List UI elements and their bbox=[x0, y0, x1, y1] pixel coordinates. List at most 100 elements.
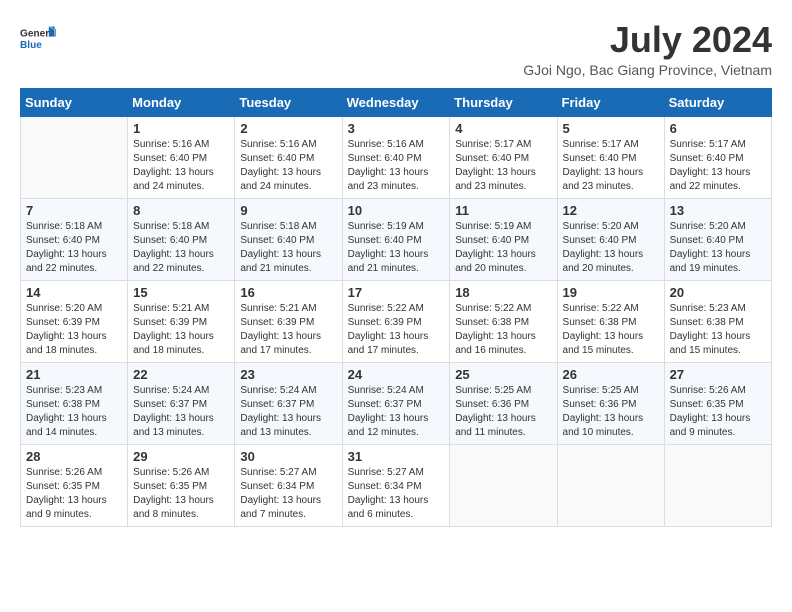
day-number: 7 bbox=[26, 203, 122, 218]
day-number: 20 bbox=[670, 285, 766, 300]
cell-info: Sunrise: 5:27 AM Sunset: 6:34 PM Dayligh… bbox=[240, 466, 336, 522]
month-year: July 2024 bbox=[523, 20, 772, 60]
cell-info: Sunrise: 5:22 AM Sunset: 6:38 PM Dayligh… bbox=[455, 302, 551, 358]
day-number: 17 bbox=[348, 285, 445, 300]
cell-info: Sunrise: 5:16 AM Sunset: 6:40 PM Dayligh… bbox=[133, 138, 229, 194]
cell-info: Sunrise: 5:25 AM Sunset: 6:36 PM Dayligh… bbox=[455, 384, 551, 440]
cell-info: Sunrise: 5:17 AM Sunset: 6:40 PM Dayligh… bbox=[563, 138, 659, 194]
svg-text:Blue: Blue bbox=[20, 40, 42, 51]
cell-info: Sunrise: 5:17 AM Sunset: 6:40 PM Dayligh… bbox=[670, 138, 766, 194]
cell-info: Sunrise: 5:25 AM Sunset: 6:36 PM Dayligh… bbox=[563, 384, 659, 440]
cell-info: Sunrise: 5:23 AM Sunset: 6:38 PM Dayligh… bbox=[26, 384, 122, 440]
calendar-week-row-1: 1 Sunrise: 5:16 AM Sunset: 6:40 PM Daylig… bbox=[21, 116, 772, 198]
calendar-week-row-3: 14Sunrise: 5:20 AM Sunset: 6:39 PM Dayli… bbox=[21, 280, 772, 362]
day-number: 23 bbox=[240, 367, 336, 382]
weekday-header-thursday: Thursday bbox=[450, 88, 557, 116]
day-number: 13 bbox=[670, 203, 766, 218]
title-block: July 2024 GJoi Ngo, Bac Giang Province, … bbox=[523, 20, 772, 78]
calendar-cell-3-3: 16 Sunrise: 5:21 AM Sunset: 6:39 PM Dayli… bbox=[235, 280, 342, 362]
day-number: 25 bbox=[455, 367, 551, 382]
cell-info: Sunrise: 5:24 AM Sunset: 6:37 PM Dayligh… bbox=[133, 384, 229, 440]
calendar-cell-1-5: 4 Sunrise: 5:17 AM Sunset: 6:40 PM Daylig… bbox=[450, 116, 557, 198]
cell-info: Sunrise: 5:20 AM Sunset: 6:40 PM Dayligh… bbox=[670, 220, 766, 276]
cell-info: Sunrise: 5:16 AM Sunset: 6:40 PM Dayligh… bbox=[240, 138, 336, 194]
page-header: General Blue July 2024 GJoi Ngo, Bac Gia… bbox=[20, 20, 772, 78]
calendar-cell-1-6: 5 Sunrise: 5:17 AM Sunset: 6:40 PM Daylig… bbox=[557, 116, 664, 198]
calendar-cell-2-6: 12Sunrise: 5:20 AM Sunset: 6:40 PM Dayli… bbox=[557, 198, 664, 280]
calendar-week-row-2: 7 Sunrise: 5:18 AM Sunset: 6:40 PM Daylig… bbox=[21, 198, 772, 280]
cell-info: Sunrise: 5:16 AM Sunset: 6:40 PM Dayligh… bbox=[348, 138, 445, 194]
cell-info: Sunrise: 5:20 AM Sunset: 6:39 PM Dayligh… bbox=[26, 302, 122, 358]
calendar-week-row-5: 28 Sunrise: 5:26 AM Sunset: 6:35 PM Dayli… bbox=[21, 444, 772, 526]
day-number: 16 bbox=[240, 285, 336, 300]
day-number: 31 bbox=[348, 449, 445, 464]
calendar-cell-5-5 bbox=[450, 444, 557, 526]
day-number: 6 bbox=[670, 121, 766, 136]
day-number: 15 bbox=[133, 285, 229, 300]
calendar-cell-1-7: 6 Sunrise: 5:17 AM Sunset: 6:40 PM Daylig… bbox=[664, 116, 771, 198]
calendar-cell-2-7: 13 Sunrise: 5:20 AM Sunset: 6:40 PM Dayli… bbox=[664, 198, 771, 280]
calendar-cell-1-1 bbox=[21, 116, 128, 198]
day-number: 5 bbox=[563, 121, 659, 136]
day-number: 11 bbox=[455, 203, 551, 218]
calendar-week-row-4: 21 Sunrise: 5:23 AM Sunset: 6:38 PM Dayli… bbox=[21, 362, 772, 444]
calendar-cell-1-2: 1 Sunrise: 5:16 AM Sunset: 6:40 PM Daylig… bbox=[128, 116, 235, 198]
weekday-header-wednesday: Wednesday bbox=[342, 88, 450, 116]
weekday-header-monday: Monday bbox=[128, 88, 235, 116]
calendar-cell-3-6: 19Sunrise: 5:22 AM Sunset: 6:38 PM Dayli… bbox=[557, 280, 664, 362]
calendar-cell-5-4: 31 Sunrise: 5:27 AM Sunset: 6:34 PM Dayli… bbox=[342, 444, 450, 526]
day-number: 29 bbox=[133, 449, 229, 464]
cell-info: Sunrise: 5:26 AM Sunset: 6:35 PM Dayligh… bbox=[670, 384, 766, 440]
calendar-cell-2-3: 9Sunrise: 5:18 AM Sunset: 6:40 PM Daylig… bbox=[235, 198, 342, 280]
calendar-cell-5-1: 28Sunrise: 5:26 AM Sunset: 6:35 PM Dayli… bbox=[21, 444, 128, 526]
calendar-cell-2-1: 7Sunrise: 5:18 AM Sunset: 6:40 PM Daylig… bbox=[21, 198, 128, 280]
day-number: 21 bbox=[26, 367, 122, 382]
day-number: 19 bbox=[563, 285, 659, 300]
cell-info: Sunrise: 5:17 AM Sunset: 6:40 PM Dayligh… bbox=[455, 138, 551, 194]
cell-info: Sunrise: 5:24 AM Sunset: 6:37 PM Dayligh… bbox=[240, 384, 336, 440]
calendar-cell-4-5: 25 Sunrise: 5:25 AM Sunset: 6:36 PM Dayli… bbox=[450, 362, 557, 444]
calendar-cell-3-7: 20Sunrise: 5:23 AM Sunset: 6:38 PM Dayli… bbox=[664, 280, 771, 362]
day-number: 8 bbox=[133, 203, 229, 218]
cell-info: Sunrise: 5:24 AM Sunset: 6:37 PM Dayligh… bbox=[348, 384, 445, 440]
cell-info: Sunrise: 5:22 AM Sunset: 6:39 PM Dayligh… bbox=[348, 302, 445, 358]
logo-svg: General Blue bbox=[20, 20, 56, 56]
day-number: 10 bbox=[348, 203, 445, 218]
weekday-header-sunday: Sunday bbox=[21, 88, 128, 116]
calendar-cell-4-4: 24 Sunrise: 5:24 AM Sunset: 6:37 PM Dayli… bbox=[342, 362, 450, 444]
calendar-cell-3-2: 15 Sunrise: 5:21 AM Sunset: 6:39 PM Dayli… bbox=[128, 280, 235, 362]
calendar-cell-5-7 bbox=[664, 444, 771, 526]
calendar-cell-3-5: 18 Sunrise: 5:22 AM Sunset: 6:38 PM Dayli… bbox=[450, 280, 557, 362]
cell-info: Sunrise: 5:21 AM Sunset: 6:39 PM Dayligh… bbox=[240, 302, 336, 358]
calendar-cell-3-4: 17 Sunrise: 5:22 AM Sunset: 6:39 PM Dayli… bbox=[342, 280, 450, 362]
cell-info: Sunrise: 5:18 AM Sunset: 6:40 PM Dayligh… bbox=[133, 220, 229, 276]
calendar-cell-2-5: 11Sunrise: 5:19 AM Sunset: 6:40 PM Dayli… bbox=[450, 198, 557, 280]
calendar-cell-4-6: 26Sunrise: 5:25 AM Sunset: 6:36 PM Dayli… bbox=[557, 362, 664, 444]
cell-info: Sunrise: 5:26 AM Sunset: 6:35 PM Dayligh… bbox=[133, 466, 229, 522]
cell-info: Sunrise: 5:21 AM Sunset: 6:39 PM Dayligh… bbox=[133, 302, 229, 358]
weekday-header-saturday: Saturday bbox=[664, 88, 771, 116]
day-number: 4 bbox=[455, 121, 551, 136]
day-number: 30 bbox=[240, 449, 336, 464]
weekday-header-tuesday: Tuesday bbox=[235, 88, 342, 116]
calendar-table: SundayMondayTuesdayWednesdayThursdayFrid… bbox=[20, 88, 772, 527]
day-number: 24 bbox=[348, 367, 445, 382]
day-number: 28 bbox=[26, 449, 122, 464]
calendar-cell-1-4: 3 Sunrise: 5:16 AM Sunset: 6:40 PM Daylig… bbox=[342, 116, 450, 198]
day-number: 18 bbox=[455, 285, 551, 300]
day-number: 9 bbox=[240, 203, 336, 218]
logo: General Blue bbox=[20, 20, 56, 56]
cell-info: Sunrise: 5:27 AM Sunset: 6:34 PM Dayligh… bbox=[348, 466, 445, 522]
cell-info: Sunrise: 5:19 AM Sunset: 6:40 PM Dayligh… bbox=[348, 220, 445, 276]
day-number: 1 bbox=[133, 121, 229, 136]
day-number: 22 bbox=[133, 367, 229, 382]
calendar-cell-4-7: 27 Sunrise: 5:26 AM Sunset: 6:35 PM Dayli… bbox=[664, 362, 771, 444]
weekday-header-row: SundayMondayTuesdayWednesdayThursdayFrid… bbox=[21, 88, 772, 116]
calendar-cell-2-2: 8 Sunrise: 5:18 AM Sunset: 6:40 PM Daylig… bbox=[128, 198, 235, 280]
cell-info: Sunrise: 5:20 AM Sunset: 6:40 PM Dayligh… bbox=[563, 220, 659, 276]
day-number: 27 bbox=[670, 367, 766, 382]
calendar-cell-4-2: 22 Sunrise: 5:24 AM Sunset: 6:37 PM Dayli… bbox=[128, 362, 235, 444]
calendar-cell-2-4: 10 Sunrise: 5:19 AM Sunset: 6:40 PM Dayli… bbox=[342, 198, 450, 280]
day-number: 3 bbox=[348, 121, 445, 136]
calendar-cell-4-1: 21 Sunrise: 5:23 AM Sunset: 6:38 PM Dayli… bbox=[21, 362, 128, 444]
